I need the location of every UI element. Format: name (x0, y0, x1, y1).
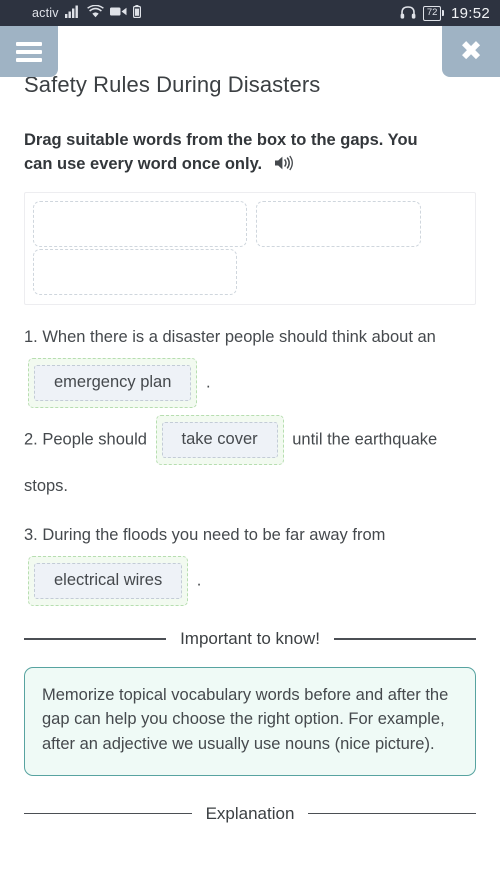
tip-card: Memorize topical vocabulary words before… (24, 666, 476, 776)
carrier-label: activ (32, 6, 59, 20)
important-to-know-divider: Important to know! (24, 628, 476, 649)
sentence-item: 1. When there is a disaster people shoul… (24, 316, 476, 409)
battery-percent-label: 72 (423, 5, 441, 21)
word-bank-slot[interactable] (33, 248, 237, 295)
status-bar-right: 72 19:52 (400, 5, 490, 22)
headphones-icon (400, 5, 416, 22)
word-bank-slot[interactable] (256, 200, 421, 247)
page-title: Safety Rules During Disasters (24, 72, 321, 97)
answer-gap-word[interactable]: emergency plan (34, 364, 192, 402)
status-bar-left: activ (32, 4, 141, 21)
sentence-text-before: 2. People should (24, 430, 147, 449)
status-bar: activ 72 19:52 (0, 0, 500, 26)
answer-gap-word[interactable]: electrical wires (34, 563, 183, 600)
battery-percent-badge: 72 (423, 5, 444, 21)
sentence-text-before: 1. When there is a disaster people shoul… (24, 327, 436, 346)
explanation-divider: Explanation (24, 803, 476, 824)
signal-bars-icon (64, 5, 81, 21)
divider-line-right (308, 812, 476, 815)
answer-gap-word[interactable]: take cover (161, 422, 278, 459)
clock-label: 19:52 (450, 4, 490, 22)
answer-gap[interactable]: take cover (155, 415, 284, 466)
answer-gap[interactable]: emergency plan (28, 357, 198, 409)
video-camera-icon (109, 6, 127, 20)
divider-label: Important to know! (180, 629, 320, 649)
main-content: Safety Rules During Disasters Drag suita… (0, 60, 500, 824)
speaker-icon[interactable] (274, 155, 293, 179)
hamburger-menu-button[interactable] (0, 26, 58, 77)
task-instruction: Drag suitable words from the box to the … (24, 129, 432, 179)
sentence-text-after: . (196, 571, 202, 590)
close-button[interactable]: ✖ (442, 26, 500, 77)
sentence-item: 3. During the floods you need to be far … (24, 514, 476, 607)
app-header: ✖ (0, 26, 500, 77)
sentence-text-after: . (206, 373, 211, 392)
sentence-item: 2. People should take cover until the ea… (24, 415, 476, 507)
sentence-text-before: 3. During the floods you need to be far … (24, 526, 386, 545)
battery-icon (132, 5, 141, 21)
divider-line-left (24, 812, 192, 815)
task-instruction-text: Drag suitable words from the box to the … (24, 131, 418, 173)
divider-line-right (333, 638, 476, 640)
hamburger-menu-icon (16, 38, 42, 66)
close-icon: ✖ (459, 36, 483, 67)
word-bank[interactable] (24, 191, 476, 305)
divider-label: Explanation (205, 803, 295, 823)
word-bank-slot[interactable] (33, 200, 247, 247)
answer-gap[interactable]: electrical wires (28, 556, 189, 607)
sentence-list: 1. When there is a disaster people shoul… (24, 316, 476, 607)
divider-line-left (24, 638, 167, 640)
battery-cap (441, 10, 444, 16)
wifi-icon (86, 4, 104, 21)
